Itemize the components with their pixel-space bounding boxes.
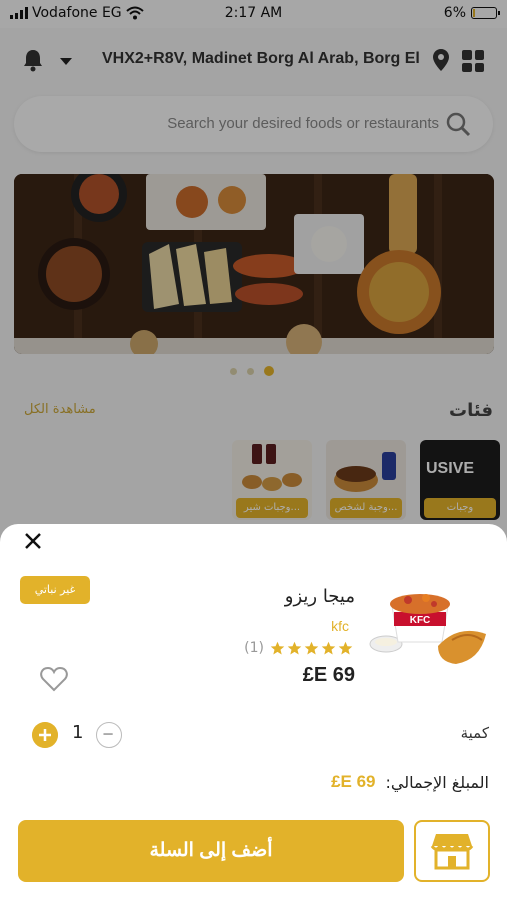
- star-icon: [321, 641, 336, 654]
- star-icon: [287, 641, 302, 654]
- total-amount: المبلغ الإجمالي: £E 69: [331, 772, 489, 792]
- total-value: £E 69: [331, 772, 376, 791]
- rating-stars: [270, 641, 353, 656]
- store-icon: [430, 834, 474, 870]
- decrease-quantity-button[interactable]: [96, 722, 122, 748]
- add-to-cart-button[interactable]: أضف إلى السلة: [18, 820, 404, 882]
- store-button[interactable]: [414, 820, 490, 882]
- product-bottom-sheet: غير نباتي KFC ميجا ريزو kfc (1) £E 69 1 …: [0, 524, 507, 900]
- product-name: ميجا ريزو: [284, 586, 355, 607]
- product-brand[interactable]: kfc: [331, 618, 349, 634]
- close-icon[interactable]: [22, 530, 44, 552]
- kfc-logo-text: KFC: [410, 615, 431, 626]
- heart-icon[interactable]: [40, 666, 68, 692]
- product-image: KFC: [369, 594, 486, 664]
- product-rating: (1): [244, 640, 353, 656]
- star-icon: [304, 641, 319, 654]
- product-price: £E 69: [302, 664, 355, 686]
- star-icon: [338, 641, 353, 654]
- rating-count: (1): [244, 640, 264, 656]
- star-icon: [270, 641, 285, 654]
- total-label: المبلغ الإجمالي:: [385, 772, 489, 792]
- increase-quantity-button[interactable]: [32, 722, 58, 748]
- non-vegetarian-badge: غير نباتي: [20, 576, 90, 604]
- quantity-value: 1: [72, 722, 84, 743]
- quantity-label: كمية: [460, 724, 489, 742]
